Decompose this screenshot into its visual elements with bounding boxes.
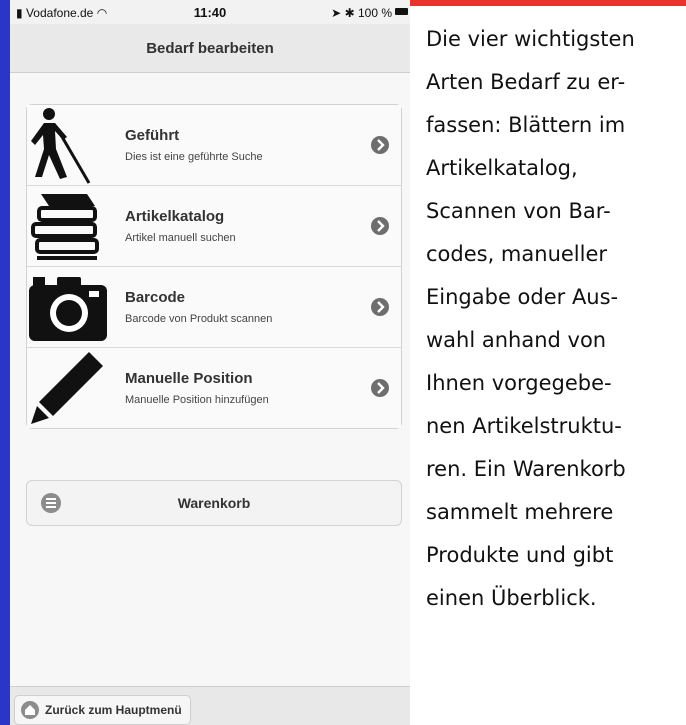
chevron-right-icon [371,298,389,316]
menu-item-artikelkatalog[interactable]: Artikelkatalog Artikel manuell suchen [27,186,401,267]
nav-bar: Bedarf bearbeiten [10,24,410,73]
chevron-right-icon [371,217,389,235]
caption-line: Arten Bedarf zu er- [426,70,626,94]
menu-item-subtitle: Artikel manuell suchen [125,232,236,244]
caption-line: Artikelkatalog, [426,156,578,180]
menu-item-title: Barcode [125,289,186,306]
menu-item-title: Manuelle Position [125,370,253,387]
location-icon: ➤ [331,6,342,20]
footer-bar: Zurück zum Hauptmenü [10,686,410,725]
caption-line: wahl anhand von [426,328,607,352]
caption-line: nen Artikelstruktu- [426,414,622,438]
menu-item-subtitle: Dies ist eine geführte Suche [125,151,263,163]
caption-line: einen Überblick. [426,586,597,610]
menu-item-title: Geführt [125,127,180,144]
page-title: Bedarf bearbeiten [146,40,274,57]
battery-icon [395,8,408,15]
menu-item-subtitle: Manuelle Position hinzufügen [125,394,269,406]
menu-item-subtitle: Barcode von Produkt scannen [125,313,273,325]
blind-person-icon [31,108,91,184]
caption-line: Ihnen vorgegebe- [426,371,612,395]
warenkorb-button[interactable]: Warenkorb [26,480,402,526]
back-to-main-menu-button[interactable]: Zurück zum Hauptmenü [14,695,191,725]
caption-line: fassen: Blättern im [426,113,626,137]
pencil-icon [31,352,103,424]
phone-screen: ▮ Vodafone.de ◠ 11:40 ➤ ✱ 100 % Bedarf b… [10,0,410,725]
caption-line: Die vier wichtigsten [426,27,635,51]
chevron-right-icon [371,379,389,397]
caption-line: Eingabe oder Aus- [426,285,619,309]
caption-text: Die vier wichtigsten Arten Bedarf zu er-… [426,18,681,620]
menu-list: Geführt Dies ist eine geführte Suche Art… [26,104,402,429]
status-right: ➤ ✱ 100 % [331,6,392,20]
caption-line: codes, manueller [426,242,608,266]
caption-line: Produkte und gibt [426,543,614,567]
warenkorb-label: Warenkorb [177,495,251,511]
menu-item-manuelle-position[interactable]: Manuelle Position Manuelle Position hinz… [27,348,401,428]
books-icon [31,194,99,260]
camera-icon [29,277,107,341]
caption-line: sammelt mehrere [426,500,614,524]
menu-item-title: Artikelkatalog [125,208,225,225]
back-label: Zurück zum Hauptmenü [45,703,182,717]
left-accent-bar [0,0,10,725]
home-icon [21,701,39,719]
caption-line: ren. Ein Warenkorb [426,457,626,481]
bluetooth-icon: ✱ [344,6,355,20]
status-bar: ▮ Vodafone.de ◠ 11:40 ➤ ✱ 100 % [10,0,410,24]
caption-line: Scannen von Bar- [426,199,611,223]
menu-item-gefuehrt[interactable]: Geführt Dies ist eine geführte Suche [27,105,401,186]
chevron-right-icon [371,136,389,154]
menu-item-barcode[interactable]: Barcode Barcode von Produkt scannen [27,267,401,348]
